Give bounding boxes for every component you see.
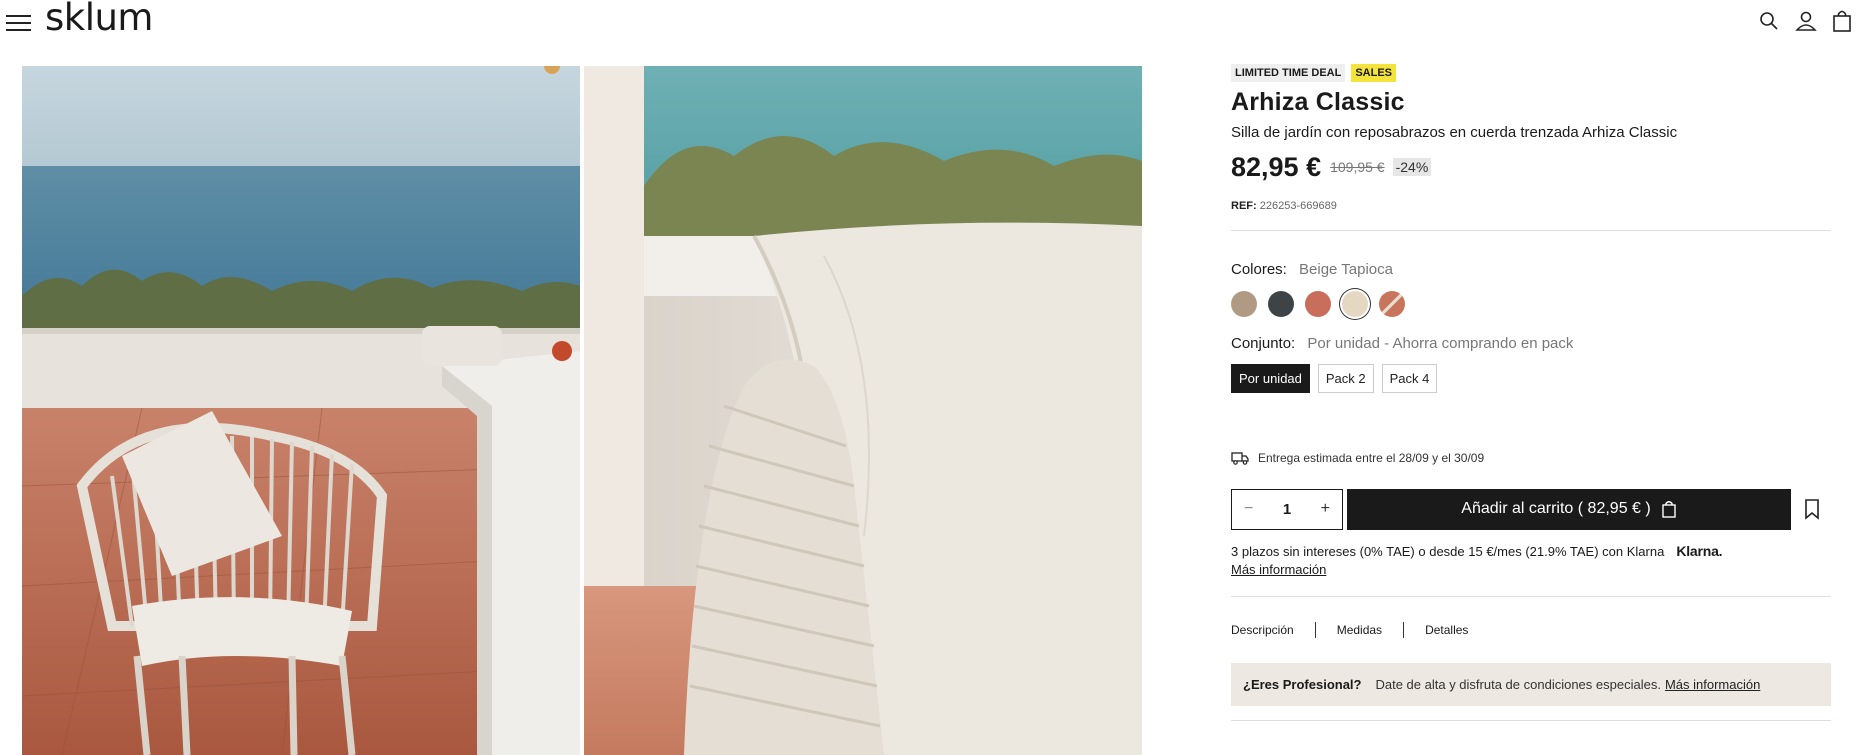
quantity-stepper: − 1 + [1231, 488, 1343, 530]
delivery-estimate: Entrega estimada entre el 28/09 y el 30/… [1231, 450, 1831, 466]
pack-label: Conjunto: [1231, 335, 1296, 352]
tab-separator [1403, 622, 1405, 638]
klarna-logo: Klarna. [1676, 543, 1723, 559]
old-price: 109,95 € [1330, 159, 1385, 175]
product-tabs: Descripción Medidas Detalles [1231, 621, 1831, 639]
user-icon[interactable] [1794, 8, 1818, 34]
klarna-more-info-link[interactable]: Más información [1231, 562, 1831, 580]
pro-more-info-link[interactable]: Más información [1665, 677, 1760, 692]
divider [1231, 596, 1831, 597]
klarna-text: 3 plazos sin intereses (0% TAE) o desde … [1231, 543, 1665, 559]
tab-detalles[interactable]: Detalles [1425, 623, 1468, 637]
pack-row: Conjunto: Por unidad - Ahorra comprando … [1231, 335, 1831, 355]
swatch-dark-grey[interactable] [1268, 291, 1294, 317]
delivery-text: Entrega estimada entre el 28/09 y el 30/… [1258, 451, 1485, 465]
truck-icon [1231, 452, 1249, 465]
product-panel: LIMITED TIME DEAL SALES Arhiza Classic S… [1231, 64, 1831, 721]
tab-separator [1314, 622, 1316, 638]
pack-options: Por unidad Pack 2 Pack 4 [1231, 364, 1831, 393]
professional-banner: ¿Eres Profesional? Date de alta y disfru… [1231, 663, 1831, 706]
swatch-beige-tapioca[interactable] [1342, 291, 1368, 317]
tab-medidas[interactable]: Medidas [1337, 623, 1382, 637]
swatch-taupe[interactable] [1231, 291, 1257, 317]
add-to-cart-button[interactable]: Añadir al carrito ( 82,95 € ) [1347, 488, 1791, 530]
menu-icon[interactable] [6, 13, 31, 32]
bag-icon [1662, 501, 1676, 518]
divider [1231, 230, 1831, 231]
product-image-2[interactable] [584, 66, 1142, 755]
colors-selected: Beige Tapioca [1299, 261, 1393, 278]
qty-increase-button[interactable]: + [1321, 500, 1330, 518]
badges: LIMITED TIME DEAL SALES [1231, 64, 1831, 82]
pack-option-2[interactable]: Pack 2 [1317, 364, 1374, 393]
site-logo[interactable]: sklum [45, 0, 153, 39]
product-ref: REF: 226253-669689 [1231, 200, 1831, 216]
current-price: 82,95 € [1231, 151, 1322, 182]
pack-selected: Por unidad - Ahorra comprando en pack [1307, 335, 1574, 352]
pack-option-unit[interactable]: Por unidad [1231, 364, 1310, 393]
bag-icon[interactable] [1830, 8, 1854, 34]
pro-title: ¿Eres Profesional? [1243, 677, 1362, 692]
bookmark-icon[interactable] [1802, 498, 1822, 520]
product-subtitle: Silla de jardín con reposabrazos en cuer… [1231, 124, 1678, 141]
colors-row: Colores: Beige Tapioca [1231, 261, 1831, 281]
limited-deal-badge: LIMITED TIME DEAL [1231, 64, 1346, 82]
ref-value: 226253-669689 [1259, 200, 1337, 212]
price-row: 82,95 € 109,95 € -24% [1231, 150, 1831, 184]
sales-badge: SALES [1351, 64, 1397, 82]
add-to-cart-label: Añadir al carrito ( 82,95 € ) [1461, 500, 1651, 517]
tab-descripcion[interactable]: Descripción [1231, 623, 1294, 637]
discount-badge: -24% [1392, 158, 1432, 176]
klarna-row: 3 plazos sin intereses (0% TAE) o desde … [1231, 542, 1831, 560]
product-title: Arhiza Classic [1231, 88, 1405, 116]
site-header: sklum [0, 0, 1860, 44]
color-swatches [1231, 289, 1831, 319]
divider [1231, 720, 1831, 721]
pro-text: Date de alta y disfruta de condiciones e… [1375, 677, 1661, 692]
swatch-terracotta-beige[interactable] [1379, 291, 1405, 317]
ref-label: REF: [1231, 200, 1257, 212]
search-icon[interactable] [1757, 8, 1781, 34]
colors-label: Colores: [1231, 261, 1287, 278]
swatch-terracotta[interactable] [1305, 291, 1331, 317]
pack-option-4[interactable]: Pack 4 [1381, 364, 1438, 393]
product-image-1[interactable] [22, 66, 580, 755]
cart-row: − 1 + Añadir al carrito ( 82,95 € ) [1231, 488, 1831, 530]
